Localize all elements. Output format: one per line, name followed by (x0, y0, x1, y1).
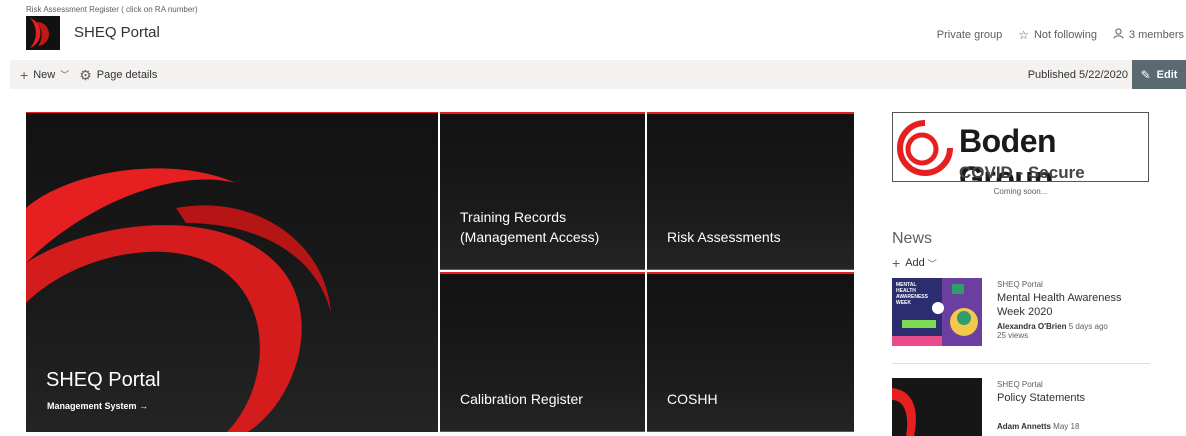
edit-button[interactable]: ✎ Edit (1132, 60, 1186, 89)
news-site: SHEQ Portal (997, 380, 1043, 389)
news-meta: Adam Annetts May 18 (997, 422, 1152, 431)
news-add-button[interactable]: + Add ﹀ (892, 255, 937, 271)
hero-tile-calibration-register[interactable]: Calibration Register (440, 272, 645, 432)
boden-logo-icon (897, 119, 954, 176)
site-title[interactable]: SHEQ Portal (74, 24, 160, 41)
news-text: SHEQ Portal Mental Health Awareness Week… (997, 280, 1152, 340)
news-text: SHEQ Portal Policy Statements Adam Annet… (997, 380, 1152, 431)
news-item[interactable]: MENTAL HEALTH AWARENESS WEEK SHEQ Portal… (892, 278, 1152, 358)
hero-main-link[interactable]: Management System → (47, 401, 148, 411)
new-label: New (33, 68, 56, 81)
hero-tile-label: Calibration Register (460, 391, 583, 407)
follow-button[interactable]: ☆ Not following (1018, 28, 1097, 42)
news-site: SHEQ Portal (997, 280, 1043, 289)
follow-label: Not following (1033, 29, 1097, 41)
site-logo[interactable] (26, 16, 60, 50)
command-bar: + New ﹀ ⚙ Page details Published 5/22/20… (10, 60, 1186, 89)
hero-tile-label: Training Records (Management Access) (460, 209, 600, 245)
privacy-text: Private group (936, 29, 1003, 41)
boden-subtitle: COVID - Secure (959, 163, 1085, 182)
news-add-label: Add (905, 257, 925, 269)
hero-tile-risk-assessments[interactable]: Risk Assessments (647, 112, 854, 270)
page-details-label: Page details (96, 68, 158, 81)
privacy-label: Private group (937, 29, 1002, 41)
new-button[interactable]: + New ﹀ (20, 68, 69, 82)
hero-main-title: SHEQ Portal (46, 369, 161, 391)
group-meta: Private group ☆ Not following 3 members (937, 28, 1186, 42)
news-item[interactable]: SHEQ Portal Policy Statements Adam Annet… (892, 378, 1152, 436)
hero-tile-label: COSHH (667, 391, 718, 407)
news-time: 5 days ago (1068, 322, 1108, 331)
news-headline[interactable]: Mental Health Awareness Week 2020 (997, 291, 1152, 319)
boden-covid-image[interactable]: Boden Group COVID - Secure (892, 112, 1149, 182)
image-caption: Coming soon... (993, 187, 1048, 196)
site-logo-mark (26, 16, 60, 50)
news-headline[interactable]: Policy Statements (997, 391, 1152, 405)
hero-tile-coshh[interactable]: COSHH (647, 272, 854, 432)
gear-icon: ⚙ (79, 66, 92, 83)
page-details-button[interactable]: ⚙ Page details (79, 68, 157, 82)
plus-icon: + (20, 66, 29, 83)
news-author: Adam Annetts (997, 422, 1051, 431)
pencil-icon: ✎ (1140, 67, 1151, 82)
news-divider (892, 363, 1150, 364)
hero-tile-main[interactable]: SHEQ Portal Management System → (26, 112, 438, 432)
edit-label: Edit (1156, 68, 1178, 81)
news-meta: Alexandra O'Brien 5 days ago (997, 322, 1152, 331)
plus-icon: + (892, 255, 901, 271)
chevron-down-icon: ﹀ (60, 70, 70, 80)
members-label: 3 members (1128, 29, 1184, 41)
news-heading: News (892, 230, 933, 247)
breadcrumb-link[interactable]: Risk Assessment Register ( click on RA n… (26, 5, 198, 14)
news-thumbnail (892, 378, 982, 436)
members-button[interactable]: 3 members (1113, 28, 1184, 42)
chevron-down-icon: ﹀ (927, 258, 937, 269)
hero-tile-training-records[interactable]: Training Records (Management Access) (440, 112, 645, 270)
news-thumbnail-text: MENTAL HEALTH AWARENESS WEEK (896, 282, 928, 306)
news-views: 25 views (997, 331, 1029, 340)
person-icon (1113, 28, 1124, 42)
published-status: Published 5/22/2020 (1027, 69, 1128, 81)
hero-web-part: SHEQ Portal Management System → Training… (26, 112, 854, 432)
star-icon: ☆ (1018, 28, 1029, 42)
hero-tile-label: Risk Assessments (667, 229, 781, 245)
news-thumbnail: MENTAL HEALTH AWARENESS WEEK (892, 278, 982, 346)
news-author: Alexandra O'Brien (997, 322, 1067, 331)
news-time: May 18 (1053, 422, 1080, 431)
